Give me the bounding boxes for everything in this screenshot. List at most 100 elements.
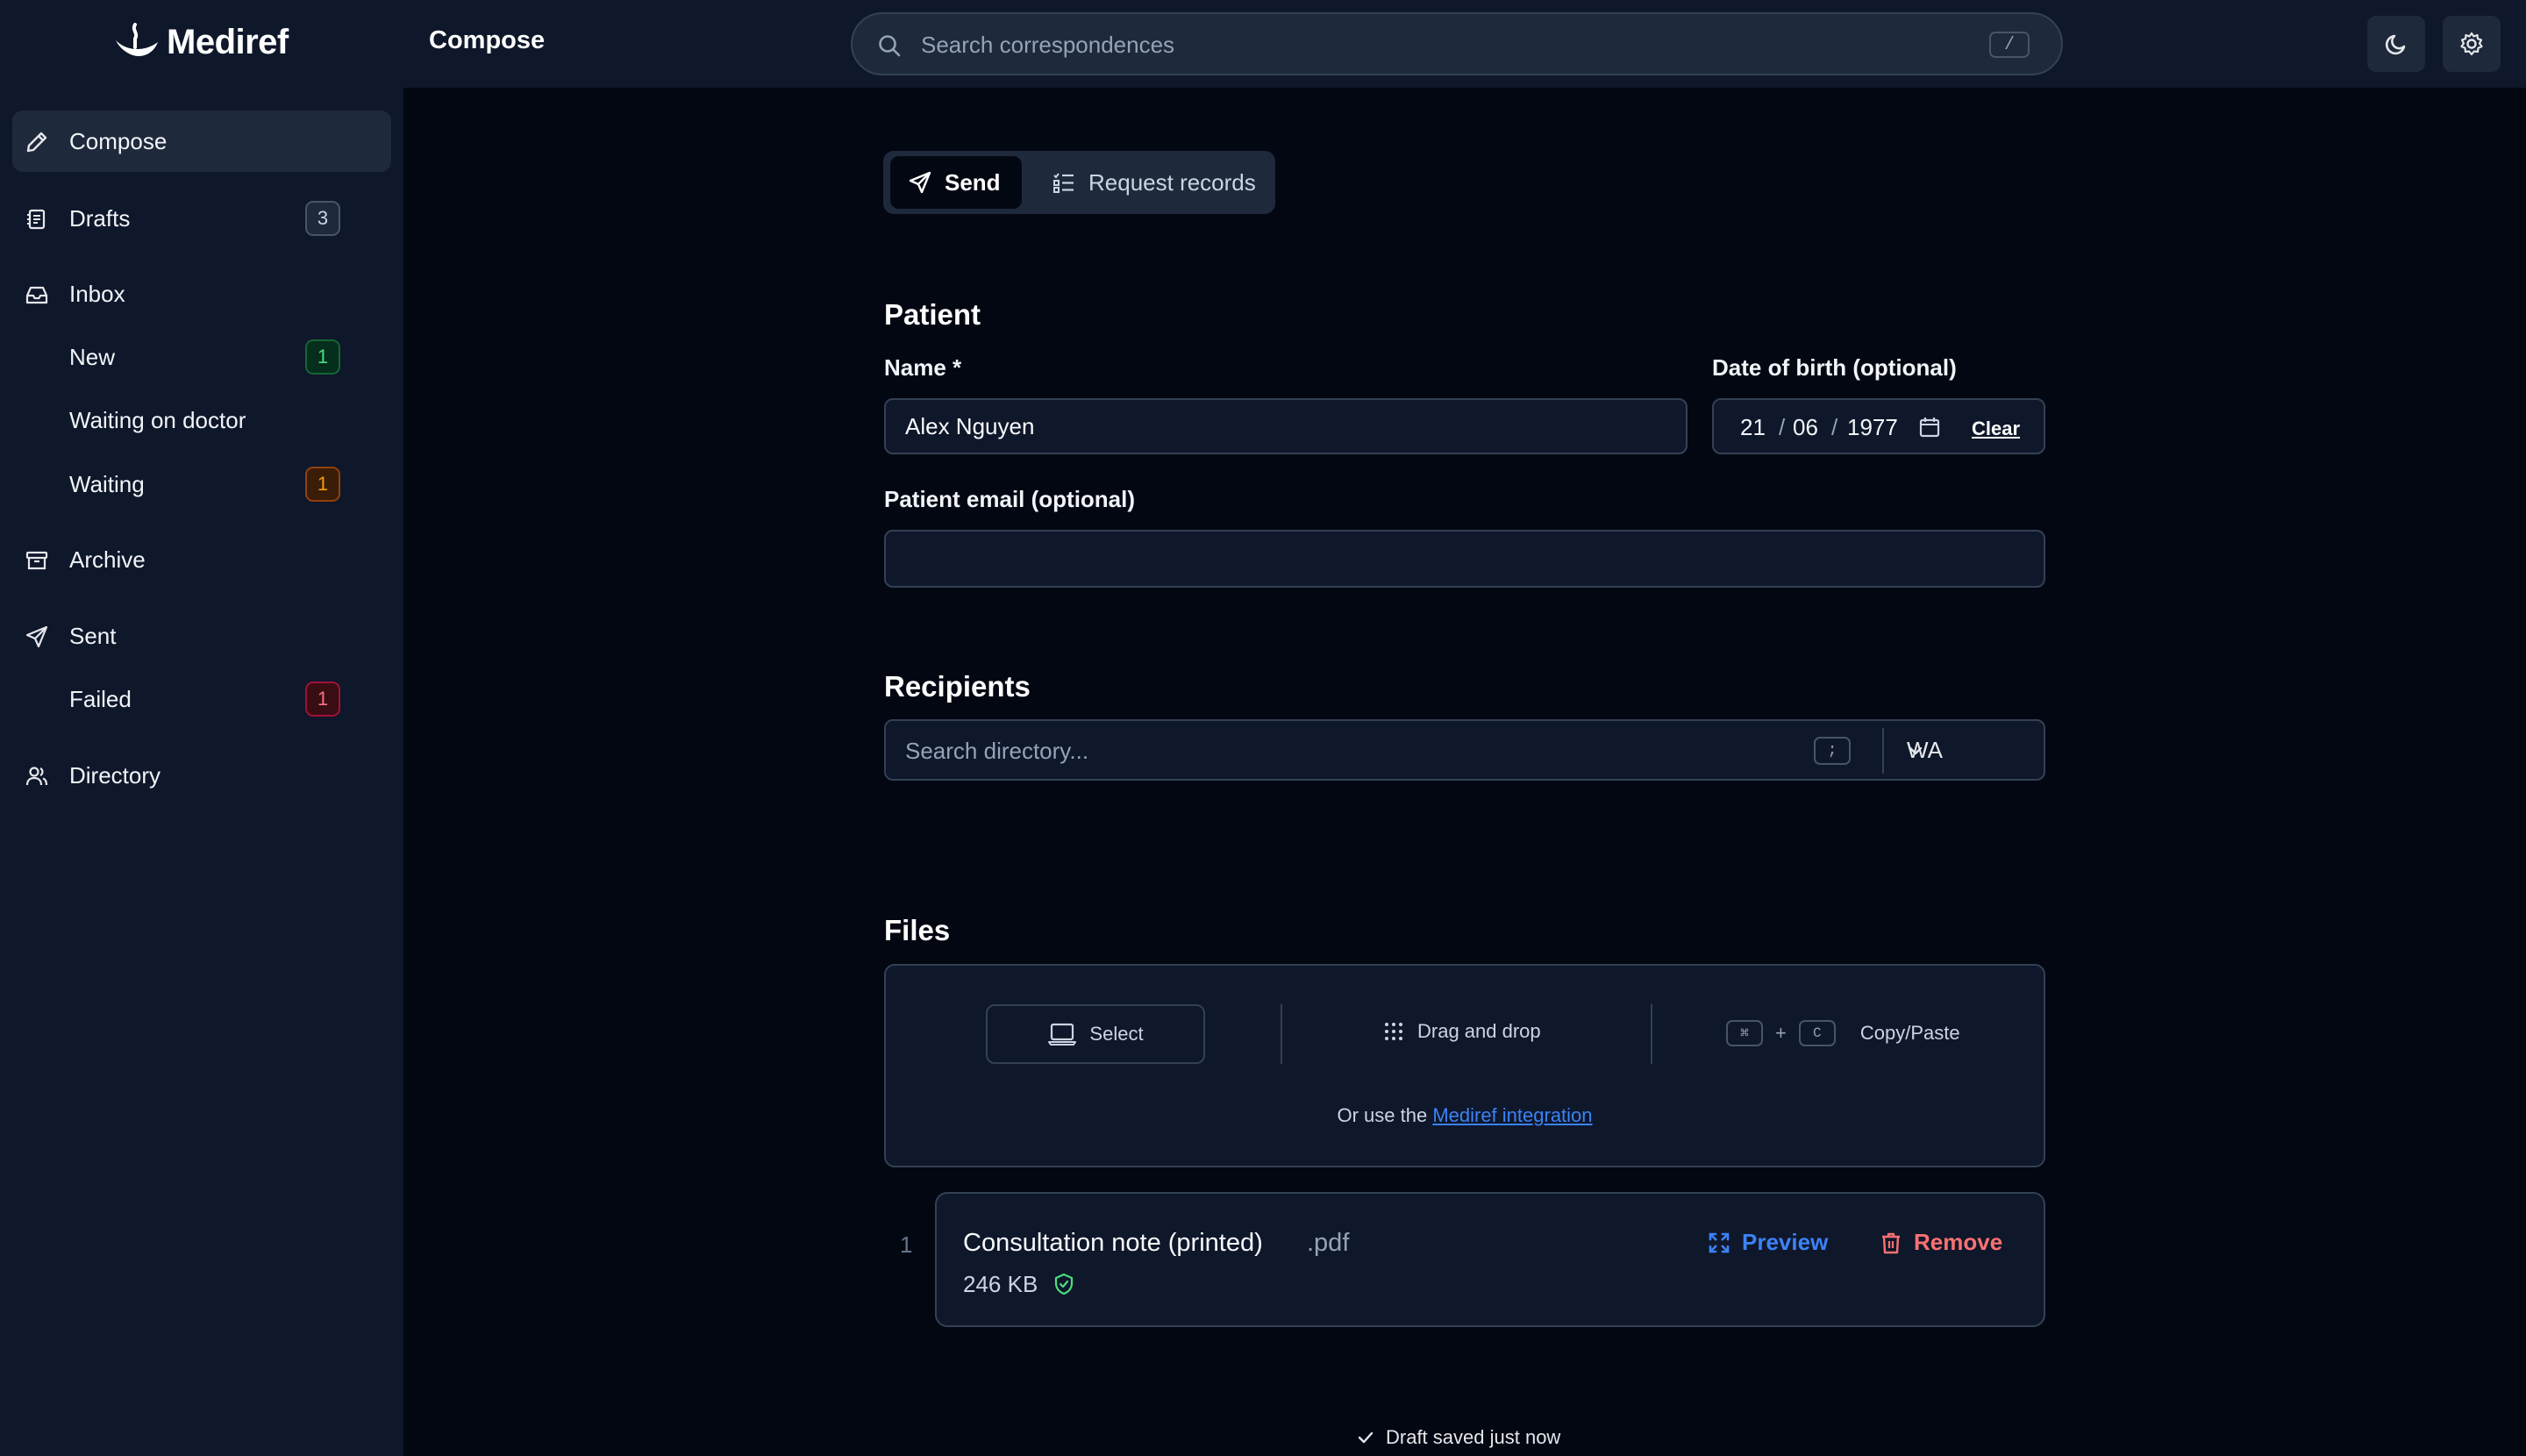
preview-label: Preview <box>1742 1229 1829 1255</box>
search-input[interactable] <box>921 28 1938 61</box>
drafts-icon <box>25 207 49 232</box>
sidebar-item-failed[interactable]: Failed 1 <box>12 668 391 730</box>
laptop-icon <box>1047 1022 1077 1046</box>
divider <box>1281 1004 1282 1064</box>
select-files-label: Select <box>1089 1023 1144 1045</box>
sidebar-item-label: Waiting <box>69 470 145 497</box>
search-shortcut-key: / <box>1989 32 2030 58</box>
name-label: Name * <box>884 354 962 381</box>
new-count-badge: 1 <box>305 339 340 375</box>
dob-separator: / <box>1831 414 1838 440</box>
recipients-field: ; WA <box>884 719 2045 781</box>
divider <box>1651 1004 1652 1064</box>
calendar-icon[interactable] <box>1917 415 1942 439</box>
shield-check-icon <box>1052 1273 1075 1295</box>
gear-icon <box>2458 31 2485 57</box>
sidebar-item-label: Archive <box>69 546 146 573</box>
app-logo[interactable]: Mediref <box>112 18 289 67</box>
archive-icon <box>25 548 49 573</box>
sidebar-item-label: Waiting on doctor <box>69 406 246 433</box>
drag-and-drop-hint: Drag and drop <box>1382 1020 1541 1043</box>
draft-status-text: Draft saved just now <box>1386 1426 1561 1448</box>
drag-and-drop-label: Drag and drop <box>1417 1020 1541 1042</box>
command-key: ⌘ <box>1726 1020 1763 1046</box>
file-card: Consultation note (printed) .pdf 246 KB … <box>935 1192 2045 1327</box>
sidebar-item-drafts[interactable]: Drafts 3 <box>12 188 391 249</box>
remove-button[interactable]: Remove <box>1879 1229 2002 1256</box>
sidebar-item-label: Inbox <box>69 280 125 307</box>
remove-label: Remove <box>1914 1229 2003 1255</box>
tab-send[interactable]: Send <box>890 156 1022 209</box>
dob-field[interactable]: 21 / 06 / 1977 Clear <box>1712 398 2045 454</box>
patient-name-input[interactable] <box>884 398 1688 454</box>
sidebar-item-label: New <box>69 343 116 370</box>
settings-button[interactable] <box>2443 16 2501 72</box>
file-name: Consultation note (printed) <box>963 1229 1263 1257</box>
directory-shortcut-key: ; <box>1814 737 1851 765</box>
dob-month[interactable]: 06 <box>1793 414 1818 441</box>
chevron-down-icon <box>1907 742 2028 760</box>
sidebar-item-inbox[interactable]: Inbox <box>12 263 391 325</box>
theme-toggle-button[interactable] <box>2367 16 2425 72</box>
files-section-title: Files <box>884 914 951 946</box>
search-bar[interactable]: / <box>851 12 2063 75</box>
check-icon <box>1356 1428 1375 1447</box>
c-key: C <box>1798 1020 1836 1046</box>
patient-section-title: Patient <box>884 298 981 331</box>
recipients-section-title: Recipients <box>884 670 1031 703</box>
integration-hint: Or use the Mediref integration <box>886 1104 2044 1127</box>
patient-email-input[interactable] <box>884 530 2045 588</box>
drafts-count-badge: 3 <box>305 201 340 236</box>
sidebar-item-directory[interactable]: Directory <box>12 745 391 806</box>
sidebar-item-waiting[interactable]: Waiting 1 <box>12 453 391 515</box>
state-select[interactable]: WA <box>1884 721 2044 779</box>
checklist-icon <box>1052 170 1076 195</box>
failed-count-badge: 1 <box>305 682 340 717</box>
logo-text: Mediref <box>167 22 289 61</box>
trash-icon <box>1879 1231 1903 1255</box>
directory-search-input[interactable] <box>905 733 1800 768</box>
top-bar: Mediref Compose / <box>0 0 2526 88</box>
plus-sign: + <box>1775 1022 1787 1044</box>
page-title: Compose <box>429 26 546 54</box>
mode-tabs: Send Request records <box>883 151 1275 214</box>
sidebar-item-compose[interactable]: Compose <box>12 111 391 172</box>
send-icon <box>908 170 932 195</box>
tab-send-label: Send <box>945 168 1001 196</box>
dob-day[interactable]: 21 <box>1740 414 1766 441</box>
sidebar: Compose Drafts 3 Inbox New 1 Waiting on … <box>0 88 403 1456</box>
sidebar-item-waiting-on-doctor[interactable]: Waiting on doctor <box>12 389 391 451</box>
sidebar-item-label: Failed <box>69 685 132 712</box>
search-icon <box>877 33 902 58</box>
integration-prefix: Or use the <box>1337 1104 1433 1126</box>
sidebar-item-label: Sent <box>69 622 117 649</box>
file-extension: .pdf <box>1307 1229 1350 1257</box>
tab-request-records-label: Request records <box>1088 168 1256 196</box>
draft-status: Draft saved just now <box>1356 1426 1560 1449</box>
dob-clear-button[interactable]: Clear <box>1972 418 2020 440</box>
select-files-button[interactable]: Select <box>986 1004 1205 1064</box>
inbox-icon <box>25 282 49 307</box>
dob-separator: / <box>1779 414 1786 440</box>
sidebar-item-sent[interactable]: Sent <box>12 605 391 667</box>
file-size: 246 KB <box>963 1271 1038 1297</box>
send-icon <box>25 625 49 649</box>
moon-icon <box>2383 31 2409 57</box>
waiting-count-badge: 1 <box>305 467 340 502</box>
preview-button[interactable]: Preview <box>1707 1229 1828 1256</box>
drag-grid-icon <box>1382 1020 1405 1043</box>
users-icon <box>25 764 49 789</box>
sidebar-item-new[interactable]: New 1 <box>12 326 391 388</box>
sidebar-item-archive[interactable]: Archive <box>12 529 391 590</box>
copy-paste-label: Copy/Paste <box>1859 1022 1960 1044</box>
copy-paste-hint: ⌘ + C Copy/Paste <box>1726 1020 1960 1046</box>
pencil-icon <box>25 130 49 154</box>
tab-request-records[interactable]: Request records <box>1034 156 1274 209</box>
file-dropzone[interactable]: Select Drag and drop ⌘ + C Copy/Paste Or… <box>884 964 2045 1167</box>
file-index: 1 <box>900 1231 913 1258</box>
email-label: Patient email (optional) <box>884 486 1136 512</box>
dob-year[interactable]: 1977 <box>1847 414 1898 441</box>
sidebar-item-label: Compose <box>69 127 168 154</box>
dob-label: Date of birth (optional) <box>1712 354 1957 381</box>
integration-link[interactable]: Mediref integration <box>1432 1104 1592 1126</box>
